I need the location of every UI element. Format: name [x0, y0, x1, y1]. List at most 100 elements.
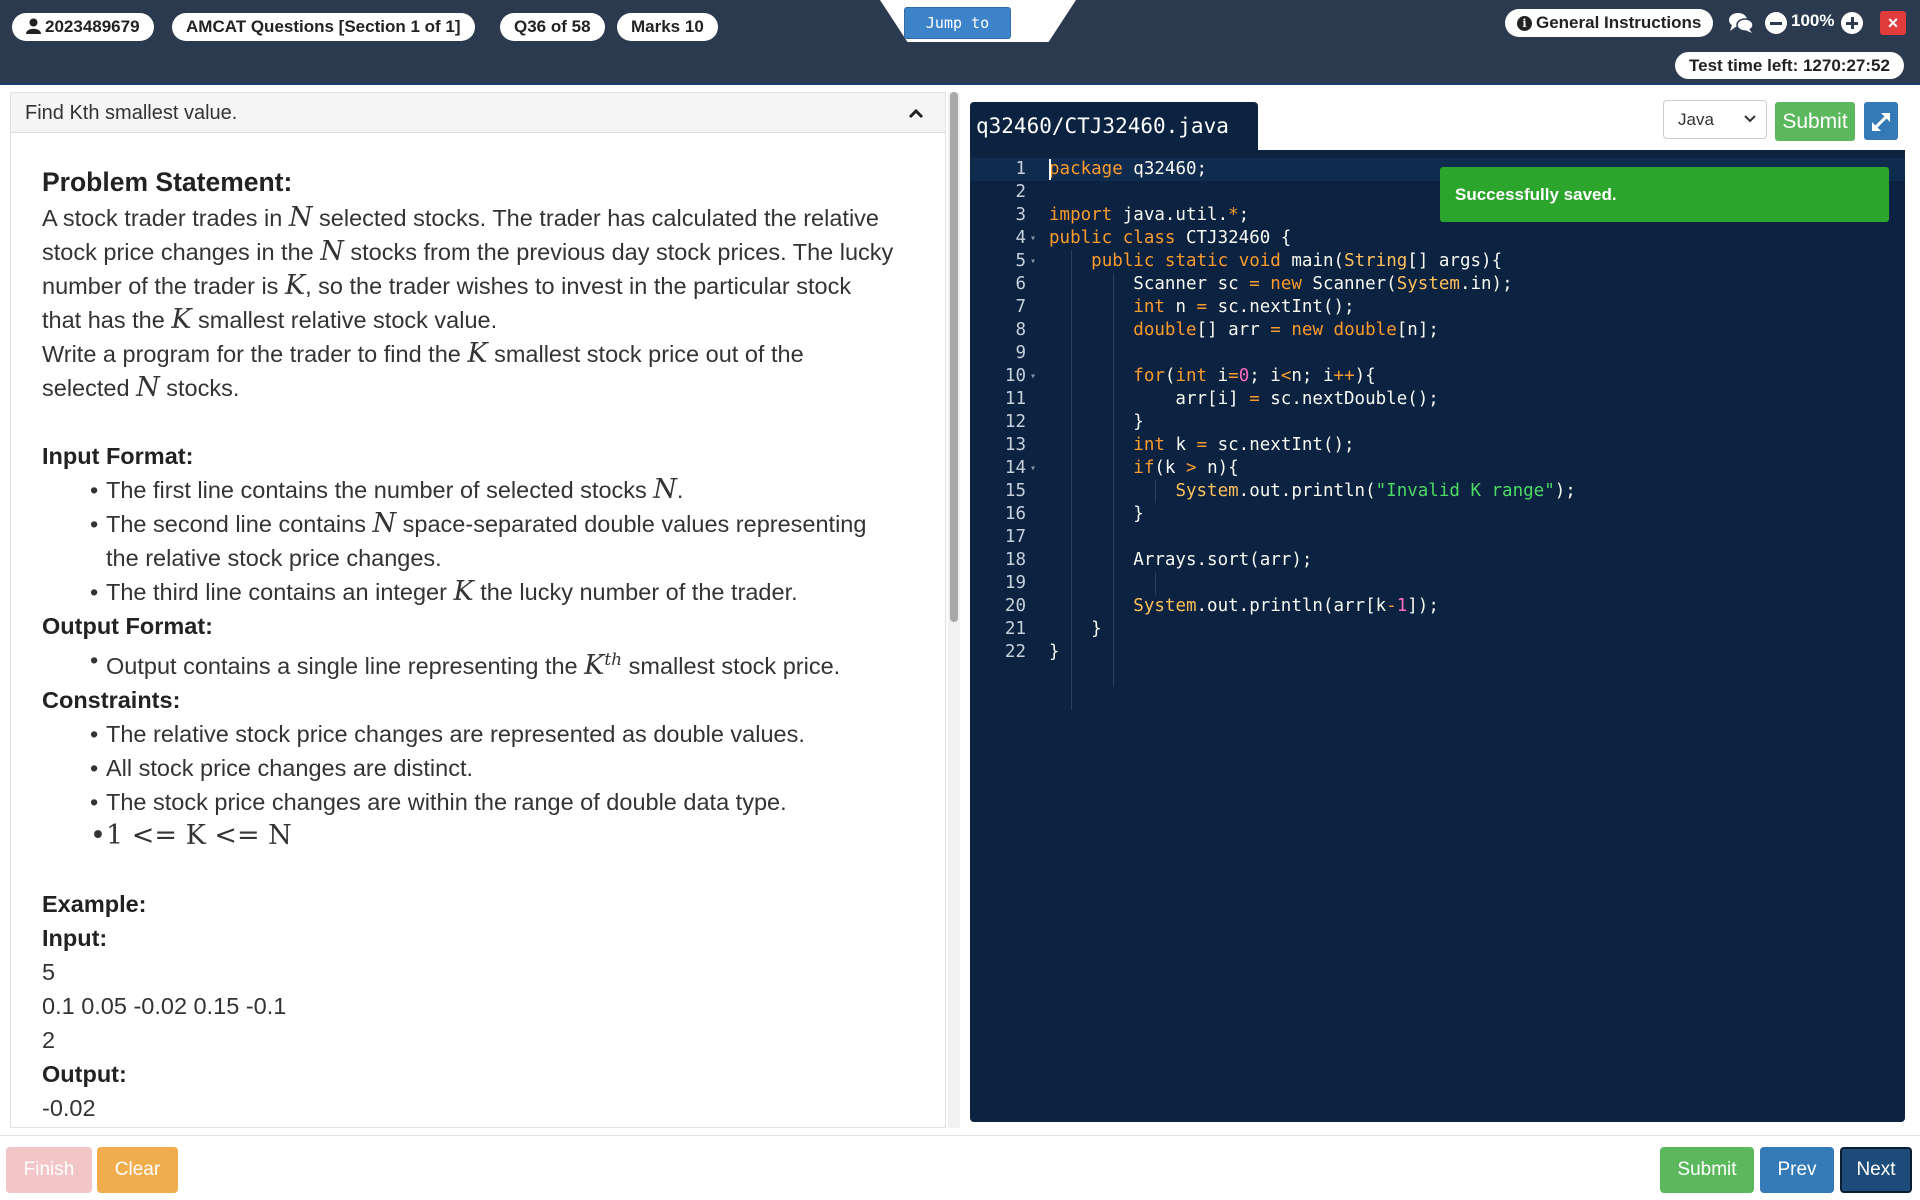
submit-code-button[interactable]: Submit [1775, 102, 1855, 141]
output-format-heading: Output Format: [42, 613, 213, 639]
code-line[interactable]: public class CTJ32460 { [1049, 227, 1576, 250]
problem-scrollbar[interactable] [948, 92, 960, 1128]
code-line[interactable] [1049, 526, 1576, 549]
example-output-label: Output: [42, 1060, 127, 1087]
prev-button[interactable]: Prev [1760, 1147, 1834, 1193]
question-counter-badge: Q36 of 58 [500, 13, 605, 41]
list-item: 1 <= K <= N [90, 819, 932, 853]
test-timer: Test time left: 1270:27:52 [1675, 52, 1904, 79]
line-number: 1 [1015, 159, 1026, 179]
constraints-list: The relative stock price changes are rep… [42, 717, 932, 853]
example-heading: Example: [42, 890, 147, 917]
code-line[interactable] [1049, 342, 1576, 365]
example-input-line: 0.1 0.05 -0.02 0.15 -0.1 [42, 992, 287, 1019]
line-number: 13 [1004, 435, 1026, 455]
line-number: 8 [1015, 320, 1026, 340]
code-line[interactable]: } [1049, 618, 1576, 641]
code-line[interactable]: Scanner sc = new Scanner(System.in); [1049, 273, 1576, 296]
section-badge: AMCAT Questions [Section 1 of 1] [172, 13, 475, 41]
code-text[interactable]: package q32460; import java.util.*; publi… [1049, 158, 1576, 664]
line-number: 20 [1004, 596, 1026, 616]
expand-icon [1871, 112, 1891, 132]
candidate-id: 2023489679 [45, 17, 140, 36]
general-instructions-label: General Instructions [1536, 13, 1702, 32]
constraints-heading: Constraints: [42, 686, 181, 713]
chevron-up-icon[interactable] [907, 105, 925, 123]
code-editor[interactable]: 1 2 3 4 5 6 7 8 9 10 11 12 13 14 15 16 17 18 19 20 21 22 ▾ ▾ ▾ ▾… [970, 150, 1905, 1122]
zoom-out-button[interactable] [1765, 12, 1787, 34]
chevron-down-icon [1744, 115, 1756, 123]
zoom-in-button[interactable] [1841, 12, 1863, 34]
general-instructions-button[interactable]: i General Instructions [1505, 9, 1714, 37]
code-line[interactable]: System.out.println("Invalid K range"); [1049, 480, 1575, 503]
problem-statement-heading: Problem Statement: [42, 167, 293, 197]
fold-arrow-icon[interactable]: ▾ [1030, 250, 1042, 273]
statement-line: number of the trader is K, so the trader… [42, 270, 852, 301]
problem-statement-text: A stock trader trades in N selected stoc… [42, 201, 932, 405]
candidate-id-badge: 2023489679 [12, 13, 154, 41]
line-number: 14 [1004, 458, 1026, 478]
statement-line: selected N stocks. [42, 372, 240, 403]
line-number: 4 [1015, 228, 1026, 248]
fold-arrow-icon[interactable]: ▾ [1030, 227, 1042, 250]
next-button[interactable]: Next [1840, 1147, 1912, 1193]
chat-icon[interactable] [1728, 11, 1754, 35]
problem-title-bar[interactable]: Find Kth smallest value. [11, 93, 945, 133]
scrollbar-thumb[interactable] [950, 92, 958, 622]
language-select[interactable]: Java [1663, 100, 1767, 139]
code-line[interactable]: int k = sc.nextInt(); [1049, 434, 1576, 457]
fold-arrow-icon[interactable]: ▾ [1030, 457, 1042, 480]
file-tab[interactable]: q32460/CTJ32460.java [970, 102, 1258, 150]
code-line[interactable]: } [1049, 411, 1576, 434]
code-line[interactable]: Arrays.sort(arr); [1049, 549, 1576, 572]
jump-to-button[interactable]: Jump to [904, 7, 1011, 39]
code-line[interactable]: System.out.println(arr[k-1]); [1049, 595, 1576, 618]
close-button[interactable]: × [1880, 11, 1906, 35]
line-number: 21 [1004, 619, 1026, 639]
submit-button[interactable]: Submit [1660, 1147, 1754, 1193]
line-number: 19 [1004, 573, 1026, 593]
list-item: The third line contains an integer K the… [90, 575, 932, 609]
line-number: 18 [1004, 550, 1026, 570]
fold-arrow-icon[interactable]: ▾ [1030, 365, 1042, 388]
code-line[interactable]: } [1049, 503, 1576, 526]
finish-button[interactable]: Finish [6, 1147, 92, 1193]
code-line[interactable]: int n = sc.nextInt(); [1049, 296, 1576, 319]
code-line[interactable]: public static void main(String[] args){ [1049, 250, 1576, 273]
line-number: 11 [1004, 389, 1026, 409]
language-selected-value: Java [1678, 110, 1714, 129]
marks-badge: Marks 10 [617, 13, 718, 41]
problem-title: Find Kth smallest value. [25, 102, 238, 124]
clear-button[interactable]: Clear [97, 1147, 178, 1193]
code-line[interactable]: } [1049, 641, 1576, 664]
input-format-heading: Input Format: [42, 443, 194, 469]
list-item: All stock price changes are distinct. [90, 751, 932, 785]
code-line[interactable]: double[] arr = new double[n]; [1049, 319, 1576, 342]
example-input-line: 5 [42, 958, 56, 985]
line-number: 2 [1015, 182, 1026, 202]
code-line[interactable]: for(int i=0; i<n; i++){ [1049, 365, 1576, 388]
fold-gutter: ▾ ▾ ▾ ▾ [1030, 158, 1042, 664]
example-input-label: Input: [42, 924, 108, 951]
expand-editor-button[interactable] [1864, 102, 1898, 140]
example-input-line: 2 [42, 1026, 56, 1053]
code-line[interactable]: if(k > n){ [1049, 457, 1576, 480]
line-number-gutter: 1 2 3 4 5 6 7 8 9 10 11 12 13 14 15 16 17 18 19 20 21 22 [970, 158, 1026, 664]
code-line[interactable] [1049, 572, 1576, 595]
line-number: 16 [1004, 504, 1026, 524]
line-number: 10 [1004, 366, 1026, 386]
code-line[interactable]: arr[i] = sc.nextDouble(); [1049, 388, 1576, 411]
